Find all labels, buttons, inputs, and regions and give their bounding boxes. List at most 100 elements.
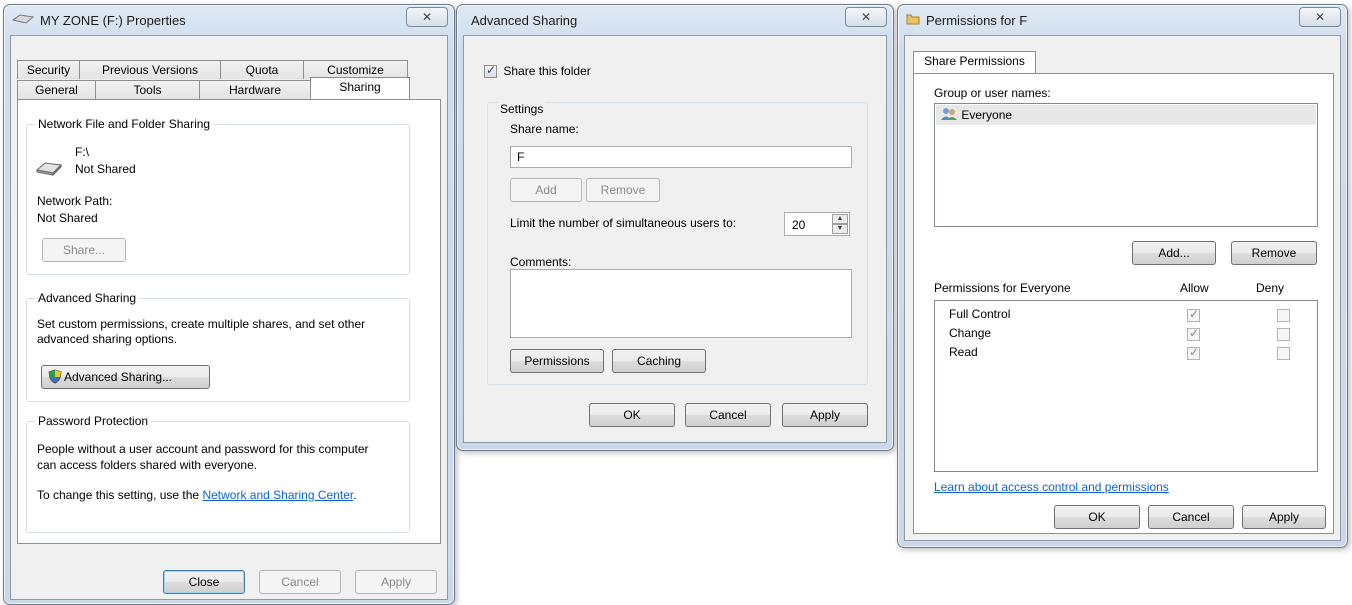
spinner-down-icon[interactable]: ▼ (832, 224, 848, 234)
uac-shield-icon (48, 369, 62, 391)
permission-row: Read (935, 343, 1315, 363)
network-path-value: Not Shared (37, 211, 98, 225)
advanced-sharing-legend: Advanced Sharing (35, 291, 140, 305)
password-line3: To change this setting, use the Network … (37, 488, 357, 502)
password-line3-prefix: To change this setting, use the (37, 488, 203, 502)
network-path-label: Network Path: (37, 194, 113, 208)
permissions-list: Full Control Change Read (934, 300, 1318, 472)
password-protection-legend: Password Protection (35, 414, 152, 428)
settings-panel: Settings Share name: F Add Remove Limit … (487, 102, 868, 385)
permissions-window: Permissions for F ✕ Share Permissions Gr… (897, 4, 1348, 548)
folder-title-icon (906, 12, 920, 29)
tab-security[interactable]: Security (17, 60, 80, 79)
advanced-sharing-client: Share this folder Settings Share name: F… (463, 35, 887, 443)
permissions-title: Permissions for F (926, 12, 1028, 28)
tab-quota[interactable]: Quota (220, 60, 304, 79)
permission-row: Change (935, 324, 1315, 344)
share-button[interactable]: Share... (42, 238, 126, 262)
add-share-button[interactable]: Add (510, 178, 582, 202)
comments-input[interactable] (510, 269, 852, 338)
change-allow-checkbox[interactable] (1187, 326, 1200, 342)
advanced-desc-line1: Set custom permissions, create multiple … (37, 317, 366, 331)
properties-titlebar[interactable]: MY ZONE (F:) Properties (11, 5, 446, 35)
properties-cancel-button[interactable]: Cancel (259, 570, 341, 594)
advanced-sharing-group: Advanced Sharing Set custom permissions,… (26, 291, 410, 402)
advanced-ok-button[interactable]: OK (589, 403, 675, 427)
permissions-ok-button[interactable]: OK (1054, 505, 1140, 529)
tab-previous-versions[interactable]: Previous Versions (79, 60, 221, 79)
advanced-sharing-title: Advanced Sharing (471, 12, 578, 28)
network-sharing-center-link[interactable]: Network and Sharing Center (202, 488, 353, 502)
access-control-help-link[interactable]: Learn about access control and permissio… (934, 480, 1169, 494)
add-user-button[interactable]: Add... (1132, 241, 1216, 265)
settings-label: Settings (498, 102, 546, 116)
drive-icon (35, 159, 63, 180)
tab-hardware[interactable]: Hardware (199, 80, 311, 99)
advanced-sharing-titlebar[interactable]: Advanced Sharing (465, 5, 885, 35)
full-control-allow-checkbox[interactable] (1187, 307, 1200, 323)
tab-tools[interactable]: Tools (95, 80, 200, 99)
allow-header: Allow (1180, 281, 1209, 295)
user-everyone: Everyone (961, 108, 1013, 122)
group-names-list[interactable]: Everyone (934, 103, 1318, 227)
properties-apply-button[interactable]: Apply (355, 570, 437, 594)
permissions-client: Share Permissions Group or user names: E… (904, 35, 1341, 541)
permission-row: Full Control (935, 305, 1315, 325)
drive-letter: F:\ (75, 145, 89, 159)
advanced-apply-button[interactable]: Apply (782, 403, 868, 427)
advanced-sharing-button[interactable]: Advanced Sharing... (41, 365, 210, 389)
advanced-cancel-button[interactable]: Cancel (685, 403, 771, 427)
deny-header: Deny (1256, 281, 1285, 295)
advanced-desc-line2: advanced sharing options. (37, 332, 178, 346)
properties-window: MY ZONE (F:) Properties ✕ Security Previ… (3, 4, 455, 605)
advanced-sharing-close-icon[interactable]: ✕ (845, 7, 887, 27)
tab-general[interactable]: General (17, 80, 96, 99)
drive-status: Not Shared (75, 162, 136, 176)
properties-client: Security Previous Versions Quota Customi… (10, 35, 448, 600)
password-line1: People without a user account and passwo… (37, 442, 369, 456)
permissions-apply-button[interactable]: Apply (1242, 505, 1326, 529)
properties-close-icon[interactable]: ✕ (406, 7, 448, 27)
password-protection-group: Password Protection People without a use… (26, 414, 410, 533)
permission-name: Read (949, 345, 978, 359)
full-control-deny-checkbox[interactable] (1277, 309, 1291, 323)
share-folder-label: Share this folder (503, 64, 591, 78)
share-folder-checkbox-row[interactable]: Share this folder (484, 63, 591, 79)
network-sharing-legend: Network File and Folder Sharing (35, 117, 214, 131)
user-limit-value: 20 (792, 218, 806, 232)
password-line2: can access folders shared with everyone. (37, 458, 258, 472)
network-sharing-group: Network File and Folder Sharing F:\ Not … (26, 117, 410, 275)
share-name-label: Share name: (510, 122, 579, 136)
limit-users-label: Limit the number of simultaneous users t… (510, 216, 737, 230)
permissions-close-icon[interactable]: ✕ (1299, 7, 1341, 27)
advanced-sharing-window: Advanced Sharing ✕ Share this folder Set… (456, 4, 894, 451)
users-group-icon (940, 107, 958, 124)
caching-button[interactable]: Caching (612, 349, 706, 373)
change-deny-checkbox[interactable] (1277, 328, 1291, 342)
list-item[interactable]: Everyone (936, 105, 1316, 125)
advanced-sharing-button-label: Advanced Sharing... (64, 370, 173, 384)
sharing-tab-page: Network File and Folder Sharing F:\ Not … (17, 99, 441, 544)
user-limit-spinner[interactable]: 20 ▲ ▼ (784, 212, 850, 236)
close-button[interactable]: Close (163, 570, 245, 594)
comments-label: Comments: (510, 255, 572, 269)
permission-name: Change (949, 326, 992, 340)
permissions-titlebar[interactable]: Permissions for F (906, 5, 1339, 35)
remove-user-button[interactable]: Remove (1231, 241, 1317, 265)
permissions-cancel-button[interactable]: Cancel (1148, 505, 1234, 529)
remove-share-button[interactable]: Remove (586, 178, 660, 202)
tab-sharing[interactable]: Sharing (310, 77, 410, 99)
spinner-up-icon[interactable]: ▲ (832, 214, 848, 224)
group-names-label: Group or user names: (934, 86, 1051, 100)
permission-name: Full Control (949, 307, 1011, 321)
share-name-input[interactable]: F (510, 146, 852, 168)
read-allow-checkbox[interactable] (1187, 345, 1200, 361)
read-deny-checkbox[interactable] (1277, 347, 1291, 361)
permissions-for-label: Permissions for Everyone (934, 281, 1071, 295)
properties-title: MY ZONE (F:) Properties (40, 12, 186, 28)
share-name-value: F (517, 150, 525, 164)
tab-share-permissions[interactable]: Share Permissions (913, 51, 1036, 73)
permissions-tab-page: Group or user names: Everyone Add... Rem… (913, 73, 1334, 534)
permissions-button[interactable]: Permissions (510, 349, 604, 373)
share-folder-checkbox[interactable] (484, 63, 497, 79)
